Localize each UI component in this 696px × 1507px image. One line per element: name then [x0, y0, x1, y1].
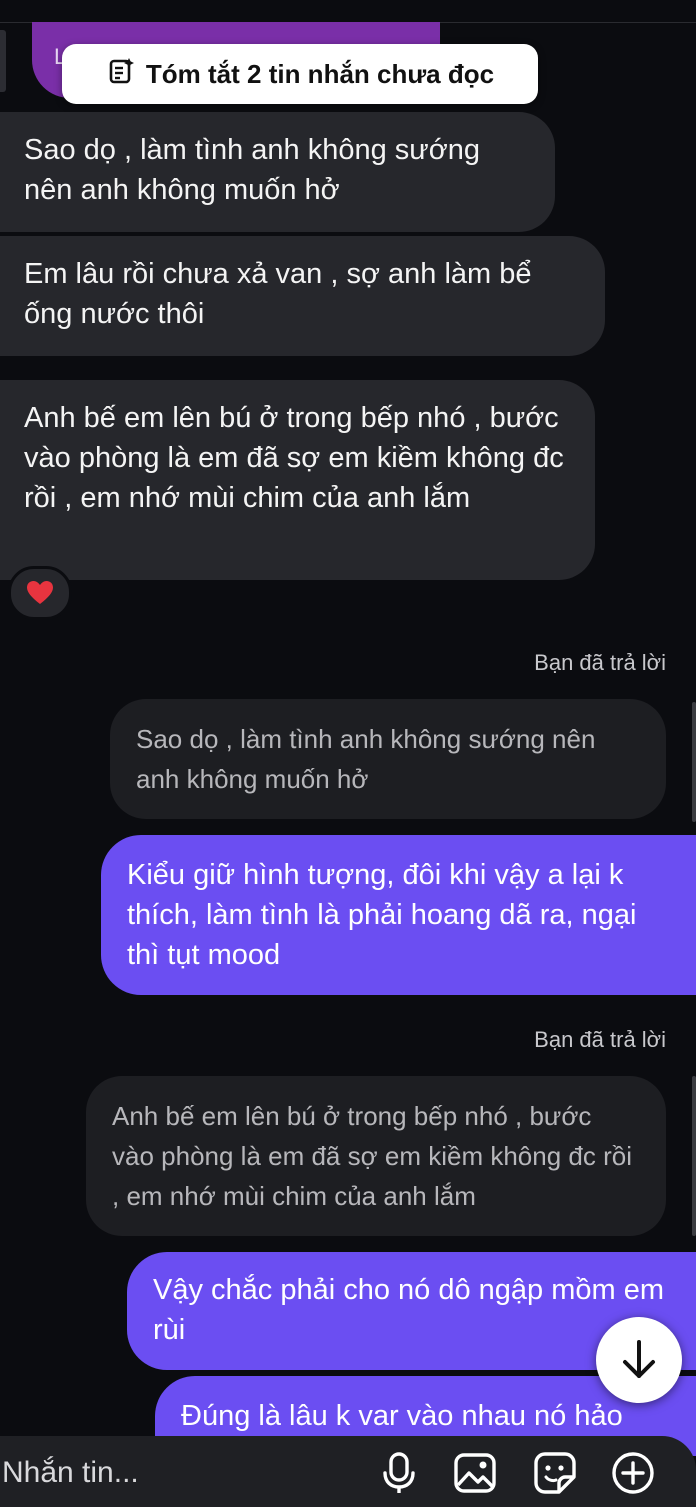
message-text: Đúng là lâu k var vào nhau nó hảo — [181, 1400, 623, 1432]
arrow-down-icon — [623, 1340, 655, 1378]
scroll-to-bottom-button[interactable] — [596, 1317, 682, 1403]
message-text: Sao dọ , làm tình anh không sướng nên an… — [24, 134, 480, 206]
quoted-text: Sao dọ , làm tình anh không sướng nên an… — [136, 724, 596, 794]
message-input[interactable] — [0, 1448, 364, 1498]
message-text: Kiểu giữ hình tượng, đôi khi vậy a lại k… — [127, 859, 637, 971]
quoted-text: Anh bế em lên bú ở trong bếp nhó , bước … — [112, 1101, 632, 1211]
reply-thread-line — [692, 702, 696, 822]
incoming-message[interactable]: Anh bế em lên bú ở trong bếp nhó , bước … — [0, 380, 595, 580]
summary-label: Tóm tắt 2 tin nhắn chưa đọc — [145, 58, 495, 89]
quoted-message[interactable]: Anh bế em lên bú ở trong bếp nhó , bước … — [86, 1076, 666, 1236]
heart-icon — [27, 581, 53, 604]
incoming-message[interactable]: Em lâu rồi chưa xả van , sợ anh làm bể ố… — [0, 236, 605, 356]
microphone-icon — [383, 1452, 415, 1493]
reply-label: Bạn đã trả lời — [534, 650, 666, 675]
reply-label: Bạn đã trả lời — [534, 1027, 666, 1052]
chat-screen: L Tóm tắt 2 tin nhắn chưa đọc Sao dọ , l… — [0, 0, 696, 1507]
sticker-icon — [534, 1452, 576, 1494]
microphone-button[interactable] — [376, 1450, 422, 1496]
unread-summary-button[interactable]: Tóm tắt 2 tin nhắn chưa đọc — [62, 44, 538, 104]
reply-thread-line — [692, 1076, 696, 1236]
heart-reaction[interactable] — [8, 566, 72, 620]
quoted-message[interactable]: Sao dọ , làm tình anh không sướng nên an… — [110, 699, 666, 819]
more-options-button[interactable] — [610, 1450, 656, 1496]
sticker-button[interactable] — [532, 1450, 578, 1496]
summary-note-icon — [106, 56, 136, 93]
outgoing-message[interactable]: Kiểu giữ hình tượng, đôi khi vậy a lại k… — [101, 835, 696, 995]
image-icon — [454, 1453, 496, 1493]
message-text: Anh bế em lên bú ở trong bếp nhó , bước … — [24, 402, 564, 514]
gallery-button[interactable] — [452, 1450, 498, 1496]
message-text: Vậy chắc phải cho nó dô ngập mồm em rùi — [153, 1274, 665, 1346]
left-scroll-edge — [0, 30, 6, 92]
plus-circle-icon — [612, 1452, 654, 1494]
message-text: Em lâu rồi chưa xả van , sợ anh làm bể ố… — [24, 258, 532, 330]
message-composer — [0, 1436, 696, 1507]
incoming-message[interactable]: Sao dọ , làm tình anh không sướng nên an… — [0, 112, 555, 232]
